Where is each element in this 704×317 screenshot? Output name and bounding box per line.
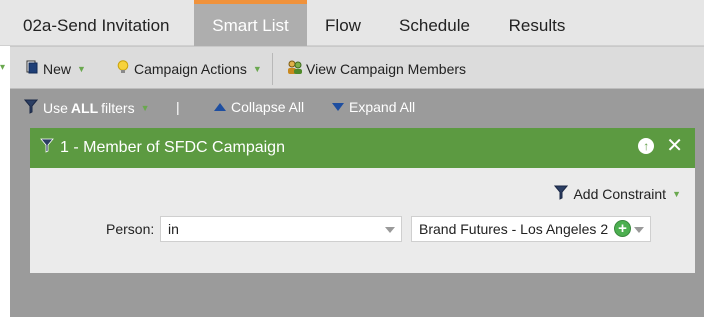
add-constraint-label: Add Constraint bbox=[573, 186, 667, 202]
filter-funnel-icon bbox=[40, 138, 54, 158]
chevron-down-icon: ▼ bbox=[672, 189, 681, 199]
tab-send-invitation[interactable]: 02a-Send Invitation bbox=[0, 0, 194, 46]
new-label: New bbox=[43, 60, 72, 77]
add-value-icon[interactable]: + bbox=[614, 220, 631, 237]
filter-card: 1 - Member of SFDC Campaign ↑ ✕ Add Cons… bbox=[30, 128, 695, 273]
new-doc-icon bbox=[26, 60, 38, 77]
chevron-down-icon: ▼ bbox=[252, 63, 262, 74]
campaign-select[interactable]: Brand Futures - Los Angeles 2 + bbox=[411, 216, 651, 242]
tab-flow[interactable]: Flow bbox=[307, 0, 379, 46]
campaign-value: Brand Futures - Los Angeles 2 bbox=[419, 221, 609, 237]
add-constraint-button[interactable]: Add Constraint ▼ bbox=[554, 185, 681, 203]
use-all-label: ALL bbox=[70, 100, 99, 116]
tab-results[interactable]: Results bbox=[490, 0, 584, 46]
filterbar-separator: | bbox=[176, 99, 180, 115]
filter-options-bar: Use ALL filters ▼ | Collapse All Expand … bbox=[10, 89, 704, 127]
expand-all-label: Expand All bbox=[349, 99, 416, 115]
filter-title: 1 - Member of SFDC Campaign bbox=[60, 139, 285, 156]
tab-schedule[interactable]: Schedule bbox=[379, 0, 490, 46]
filter-header[interactable]: 1 - Member of SFDC Campaign ↑ ✕ bbox=[30, 128, 695, 168]
collapse-arrow-icon bbox=[214, 103, 226, 111]
people-icon bbox=[286, 60, 304, 78]
operator-value: in bbox=[168, 221, 179, 237]
collapse-all-label: Collapse All bbox=[231, 99, 305, 115]
view-campaign-members-label: View Campaign Members bbox=[306, 60, 467, 77]
use-label: Use bbox=[43, 100, 68, 116]
toolbar: New ▼ Campaign Actions ▼ View Campaign M… bbox=[10, 46, 704, 89]
filter-funnel-icon bbox=[23, 99, 39, 117]
expand-left-icon[interactable]: ▾ bbox=[0, 62, 5, 73]
smart-list-canvas: Use ALL filters ▼ | Collapse All Expand … bbox=[10, 89, 704, 317]
move-up-icon[interactable]: ↑ bbox=[638, 138, 655, 154]
lightbulb-icon bbox=[117, 59, 129, 78]
left-edge bbox=[0, 46, 10, 317]
chevron-down-icon bbox=[634, 227, 644, 233]
filters-label: filters bbox=[101, 100, 135, 116]
new-menu-button[interactable]: New ▼ bbox=[26, 47, 86, 90]
close-icon[interactable]: ✕ bbox=[666, 136, 683, 156]
campaign-actions-button[interactable]: Campaign Actions ▼ bbox=[117, 47, 262, 90]
chevron-down-icon: ▼ bbox=[77, 63, 86, 74]
campaign-actions-label: Campaign Actions bbox=[134, 60, 247, 77]
toolbar-divider bbox=[272, 53, 273, 85]
expand-all-button[interactable]: Expand All bbox=[332, 99, 415, 115]
operator-select[interactable]: in bbox=[160, 216, 402, 242]
chevron-down-icon: ▼ bbox=[140, 103, 150, 113]
view-campaign-members-button[interactable]: View Campaign Members bbox=[286, 47, 466, 90]
tab-smart-list[interactable]: Smart List bbox=[194, 0, 307, 46]
person-label: Person: bbox=[106, 221, 155, 237]
use-filters-dropdown[interactable]: Use ALL filters ▼ bbox=[23, 99, 150, 117]
expand-arrow-icon bbox=[332, 103, 344, 111]
tab-bar: 02a-Send Invitation Smart List Flow Sche… bbox=[0, 0, 704, 46]
filter-funnel-icon bbox=[554, 185, 569, 203]
chevron-down-icon bbox=[385, 227, 395, 233]
collapse-all-button[interactable]: Collapse All bbox=[214, 99, 304, 115]
